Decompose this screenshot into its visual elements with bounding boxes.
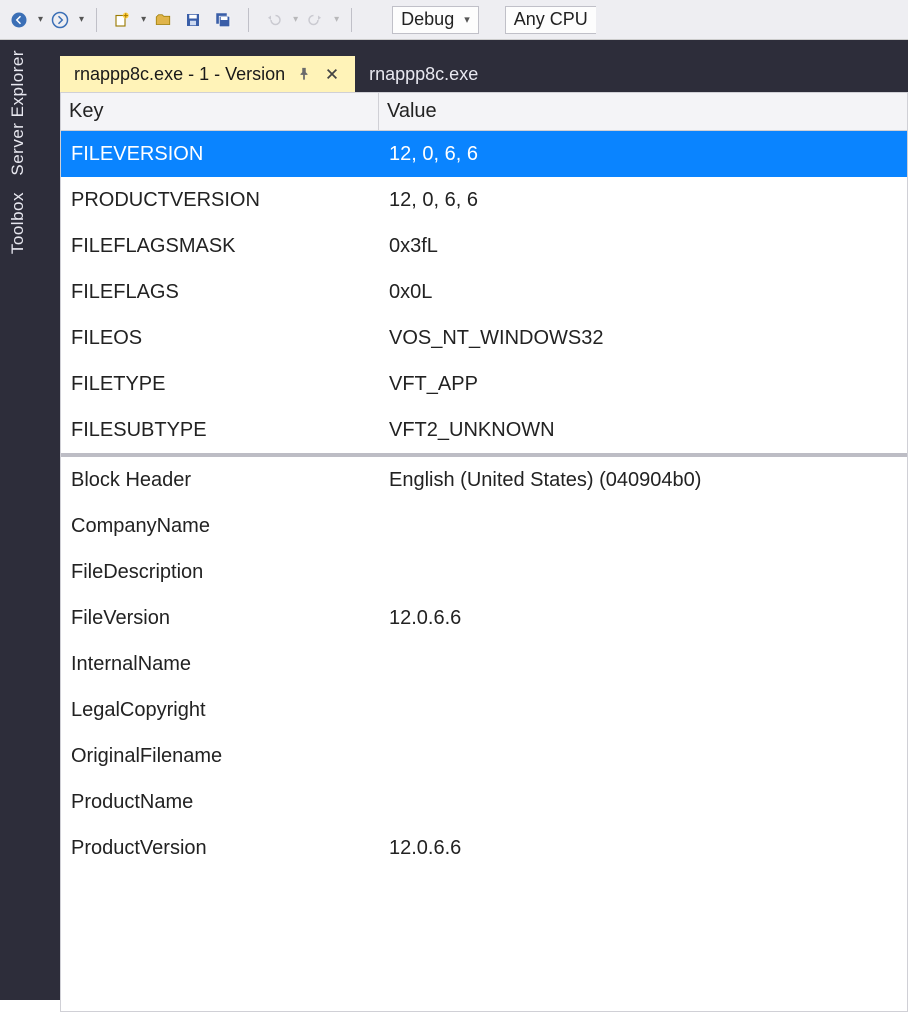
row-value: 12.0.6.6 (379, 837, 907, 860)
table-row[interactable]: LegalCopyright (61, 687, 907, 733)
row-key: ProductName (61, 791, 379, 814)
row-key: FILEFLAGS (61, 281, 379, 304)
row-key: FileDescription (61, 561, 379, 584)
row-key: FileVersion (61, 607, 379, 630)
nav-back-dropdown-icon[interactable]: ▾ (38, 14, 43, 25)
table-row[interactable]: CompanyName (61, 503, 907, 549)
row-value: 12, 0, 6, 6 (379, 143, 907, 166)
row-value: 12.0.6.6 (379, 607, 907, 630)
row-key: OriginalFilename (61, 745, 379, 768)
redo-button (302, 7, 328, 33)
toolbar-separator (248, 8, 249, 32)
tab-label: rnappp8c.exe - 1 - Version (74, 64, 285, 85)
row-key: Block Header (61, 469, 379, 492)
column-header-key[interactable]: Key (61, 93, 379, 130)
new-item-dropdown-icon[interactable]: ▾ (141, 14, 146, 25)
close-icon[interactable] (323, 65, 341, 83)
row-value: 0x3fL (379, 235, 907, 258)
undo-dropdown-icon: ▾ (293, 14, 298, 25)
row-value: 12, 0, 6, 6 (379, 189, 907, 212)
toolbar-separator (351, 8, 352, 32)
table-row[interactable]: FILEFLAGSMASK0x3fL (61, 223, 907, 269)
nav-back-button[interactable] (6, 7, 32, 33)
table-row[interactable]: FILESUBTYPEVFT2_UNKNOWN (61, 407, 907, 453)
row-key: FILEFLAGSMASK (61, 235, 379, 258)
row-key: FILETYPE (61, 373, 379, 396)
row-key: ProductVersion (61, 837, 379, 860)
table-row[interactable]: OriginalFilename (61, 733, 907, 779)
row-value: VFT2_UNKNOWN (379, 419, 907, 442)
table-row[interactable]: InternalName (61, 641, 907, 687)
table-row[interactable]: PRODUCTVERSION12, 0, 6, 6 (61, 177, 907, 223)
tab-strip: rnappp8c.exe - 1 - Version rnappp8c.exe (60, 54, 908, 92)
pin-icon[interactable] (295, 65, 313, 83)
row-key: FILESUBTYPE (61, 419, 379, 442)
undo-button (261, 7, 287, 33)
open-file-button[interactable] (150, 7, 176, 33)
table-row[interactable]: FILEOSVOS_NT_WINDOWS32 (61, 315, 907, 361)
main-toolbar: ▾ ▾ ▾ ▾ ▾ Debug ▾ (0, 0, 908, 40)
row-value: 0x0L (379, 281, 907, 304)
row-value: English (United States) (040904b0) (379, 469, 907, 492)
row-value: VOS_NT_WINDOWS32 (379, 327, 907, 350)
row-key: FILEOS (61, 327, 379, 350)
toolbar-separator (96, 8, 97, 32)
side-rail-server-explorer[interactable]: Server Explorer (8, 50, 28, 176)
string-table-section: Block HeaderEnglish (United States) (040… (61, 457, 907, 871)
platform-label: Any CPU (514, 9, 588, 30)
row-value: VFT_APP (379, 373, 907, 396)
side-rail: Server Explorer Toolbox (0, 40, 36, 1000)
new-item-button[interactable] (109, 7, 135, 33)
table-row[interactable]: Block HeaderEnglish (United States) (040… (61, 457, 907, 503)
nav-forward-dropdown-icon[interactable]: ▾ (79, 14, 84, 25)
configuration-label: Debug (401, 9, 454, 30)
row-key: LegalCopyright (61, 699, 379, 722)
nav-forward-button[interactable] (47, 7, 73, 33)
tab-version-active[interactable]: rnappp8c.exe - 1 - Version (60, 56, 355, 92)
tab-label: rnappp8c.exe (369, 64, 478, 85)
redo-dropdown-icon: ▾ (334, 14, 339, 25)
save-button[interactable] (180, 7, 206, 33)
document-well: rnappp8c.exe - 1 - Version rnappp8c.exe … (36, 40, 908, 1000)
table-row[interactable]: ProductName (61, 779, 907, 825)
configuration-combo[interactable]: Debug ▾ (392, 6, 479, 34)
row-key: PRODUCTVERSION (61, 189, 379, 212)
save-all-button[interactable] (210, 7, 236, 33)
table-row[interactable]: FILEFLAGS0x0L (61, 269, 907, 315)
table-row[interactable]: ProductVersion12.0.6.6 (61, 825, 907, 871)
row-key: InternalName (61, 653, 379, 676)
table-row[interactable]: FileVersion12.0.6.6 (61, 595, 907, 641)
table-row[interactable]: FileDescription (61, 549, 907, 595)
row-key: FILEVERSION (61, 143, 379, 166)
fixed-info-section: FILEVERSION12, 0, 6, 6PRODUCTVERSION12, … (61, 131, 907, 453)
platform-combo[interactable]: Any CPU (505, 6, 596, 34)
table-row[interactable]: FILEVERSION12, 0, 6, 6 (61, 131, 907, 177)
side-rail-toolbox[interactable]: Toolbox (8, 192, 28, 254)
column-headers: Key Value (61, 93, 907, 131)
tab-exe-inactive[interactable]: rnappp8c.exe (355, 56, 492, 92)
chevron-down-icon: ▾ (464, 13, 470, 26)
column-header-value[interactable]: Value (379, 93, 907, 130)
table-row[interactable]: FILETYPEVFT_APP (61, 361, 907, 407)
version-info-panel: Key Value FILEVERSION12, 0, 6, 6PRODUCTV… (60, 92, 908, 1012)
row-key: CompanyName (61, 515, 379, 538)
